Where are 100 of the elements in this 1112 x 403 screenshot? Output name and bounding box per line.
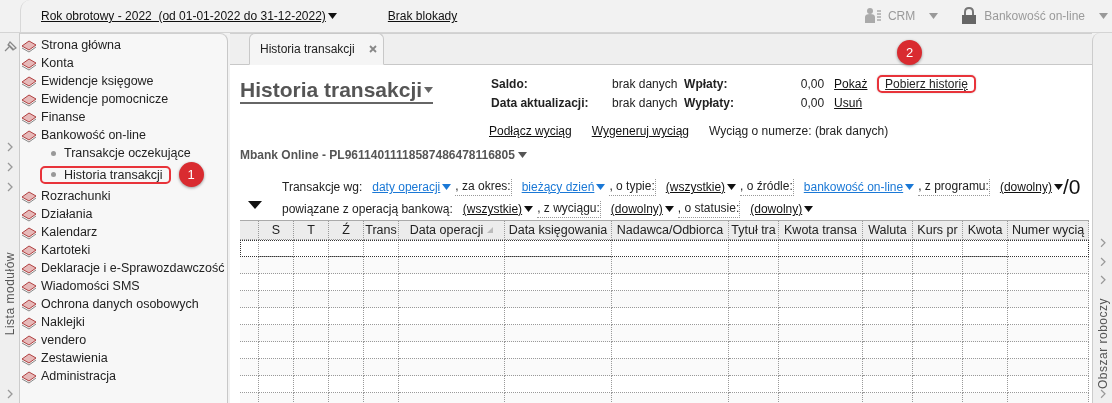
sidebar-item[interactable]: Zestawienia — [20, 349, 227, 367]
column-header[interactable]: Kwota transa — [779, 221, 863, 240]
sidebar-item[interactable]: Ewidencje księgowe — [20, 72, 227, 90]
sidebar-item[interactable]: Działania — [20, 205, 227, 223]
sidebar-item[interactable]: Bankowość on-line — [20, 126, 227, 144]
row-header-cell — [240, 291, 259, 308]
sidebar-item[interactable]: Konta — [20, 54, 227, 72]
bullet-icon — [51, 150, 56, 156]
filter-label: , o statusie: — [677, 200, 741, 218]
table-cell — [963, 257, 1008, 274]
sidebar-item[interactable]: Naklejki — [20, 313, 227, 331]
column-header[interactable]: Kwota — [963, 221, 1008, 240]
chevron-icon — [1099, 275, 1106, 285]
filter-label: Transakcje wg: — [282, 180, 363, 194]
table-cell — [729, 291, 779, 308]
sidebar-item[interactable]: Rozrachunki — [20, 187, 227, 205]
row-header-cell — [240, 325, 259, 342]
chevron-icon — [1099, 256, 1106, 267]
caret-icon — [327, 13, 337, 19]
field-label: Saldo: — [491, 77, 529, 93]
person-icon — [863, 7, 882, 25]
sidebar-subitem[interactable]: Transakcje oczekujące — [40, 144, 199, 162]
column-header[interactable]: Data operacji — [399, 221, 505, 240]
column-header[interactable]: Kurs pr — [913, 221, 963, 240]
filter-label: , za okres: — [455, 178, 512, 196]
sidebar-item[interactable]: Strona główna — [20, 36, 227, 54]
page-title-dropdown[interactable]: Historia transakcji — [240, 78, 434, 104]
chevron-icon — [6, 389, 13, 399]
chevron-icon — [1099, 238, 1106, 249]
filter-dropdown[interactable]: (dowolny) — [999, 180, 1063, 194]
column-header[interactable]: Trans — [364, 221, 399, 240]
filter-dropdown[interactable]: (dowolny) — [610, 202, 674, 216]
filter-label: powiązane z operacją bankową: — [282, 202, 453, 216]
filter-dropdown[interactable]: daty operacji — [372, 180, 452, 194]
column-header[interactable]: Numer wycią — [1008, 221, 1089, 240]
account-dropdown[interactable]: Mbank Online - PL96114011118587486478116805 — [240, 148, 527, 162]
filter-dropdown[interactable]: (wszystkie) — [665, 180, 737, 194]
table-cell — [294, 257, 329, 274]
caret-icon — [1099, 13, 1108, 19]
table-cell — [364, 325, 399, 342]
sidebar-item[interactable]: Wiadomości SMS — [20, 277, 227, 295]
table-cell — [364, 257, 399, 274]
table-cell — [913, 325, 963, 342]
table-cell — [963, 359, 1008, 376]
column-header[interactable]: Waluta — [863, 221, 913, 240]
table-cell — [729, 359, 779, 376]
caret-icon — [442, 184, 452, 190]
table-cell — [259, 257, 294, 274]
table-cell — [294, 291, 329, 308]
filter-dropdown[interactable]: (dowolny) — [750, 202, 814, 216]
filter-label: , z programu: — [918, 178, 990, 196]
table-cell — [259, 325, 294, 342]
sidebar-subitem[interactable]: Historia transakcji — [40, 165, 171, 184]
table-cell — [294, 325, 329, 342]
filter-dropdown[interactable]: (wszystkie) — [462, 202, 534, 216]
column-header[interactable]: Ź — [329, 221, 364, 240]
filter-dropdown[interactable]: bieżący dzień — [521, 180, 606, 194]
triangle-icon[interactable] — [248, 201, 262, 209]
sidebar-item[interactable]: Ewidencje pomocnicze — [20, 90, 227, 108]
statement-link[interactable]: Podłącz wyciąg — [489, 124, 572, 138]
amount-value: 0,00 — [799, 77, 825, 93]
sidebar-item[interactable]: Deklaracje i e-Sprawozdawczość — [20, 259, 227, 277]
field-value: brak danych — [612, 77, 679, 93]
panel-label: Obszar roboczy — [1095, 298, 1110, 390]
tab[interactable]: Historia transakcji — [249, 33, 384, 65]
filter-label: , o źródle: — [740, 178, 794, 196]
lock-status-link[interactable]: Brak blokady — [387, 9, 458, 23]
column-header[interactable]: S — [259, 221, 294, 240]
table-cell — [329, 325, 364, 342]
table-cell — [913, 291, 963, 308]
sidebar-item[interactable]: Ochrona danych osobowych — [20, 295, 227, 313]
table-cell — [729, 325, 779, 342]
sidebar-item[interactable]: Finanse — [20, 108, 227, 126]
table-cell — [259, 291, 294, 308]
fiscal-year-dropdown[interactable]: Rok obrotowy - 2022 (od 01-01-2022 do 31-12-2022) — [41, 9, 337, 23]
filter-label: , o typie: — [609, 178, 656, 196]
column-header[interactable]: Tytuł tra — [729, 221, 779, 240]
amount-value: 0,00 — [799, 96, 825, 110]
sidebar-item[interactable]: Kalendarz — [20, 223, 227, 241]
column-header[interactable]: Data księgowania — [505, 221, 612, 240]
caret-icon — [524, 206, 534, 212]
close-icon[interactable] — [368, 45, 377, 53]
column-header[interactable]: T — [294, 221, 329, 240]
table-cell — [913, 359, 963, 376]
caret-icon — [905, 184, 915, 190]
sidebar-item[interactable]: vendero — [20, 331, 227, 349]
pin-icon — [2, 41, 17, 53]
column-header[interactable]: Nadawca/Odbiorca — [612, 221, 729, 240]
action-link[interactable]: Pokaż — [834, 77, 868, 91]
panel-label: Lista modułów — [2, 252, 17, 336]
filter-label: , z wyciągu: — [537, 200, 601, 218]
table-cell — [329, 291, 364, 308]
step-badge: 1 — [178, 162, 204, 187]
statement-link[interactable]: Wygeneruj wyciąg — [591, 124, 689, 138]
lock-icon — [960, 7, 979, 25]
sidebar-item[interactable]: Kartoteki — [20, 241, 227, 259]
sidebar-item[interactable]: Administracja — [20, 367, 227, 385]
action-link[interactable]: Usuń — [834, 96, 863, 110]
table-cell — [963, 325, 1008, 342]
filter-dropdown[interactable]: bankowość on-line — [803, 180, 915, 194]
